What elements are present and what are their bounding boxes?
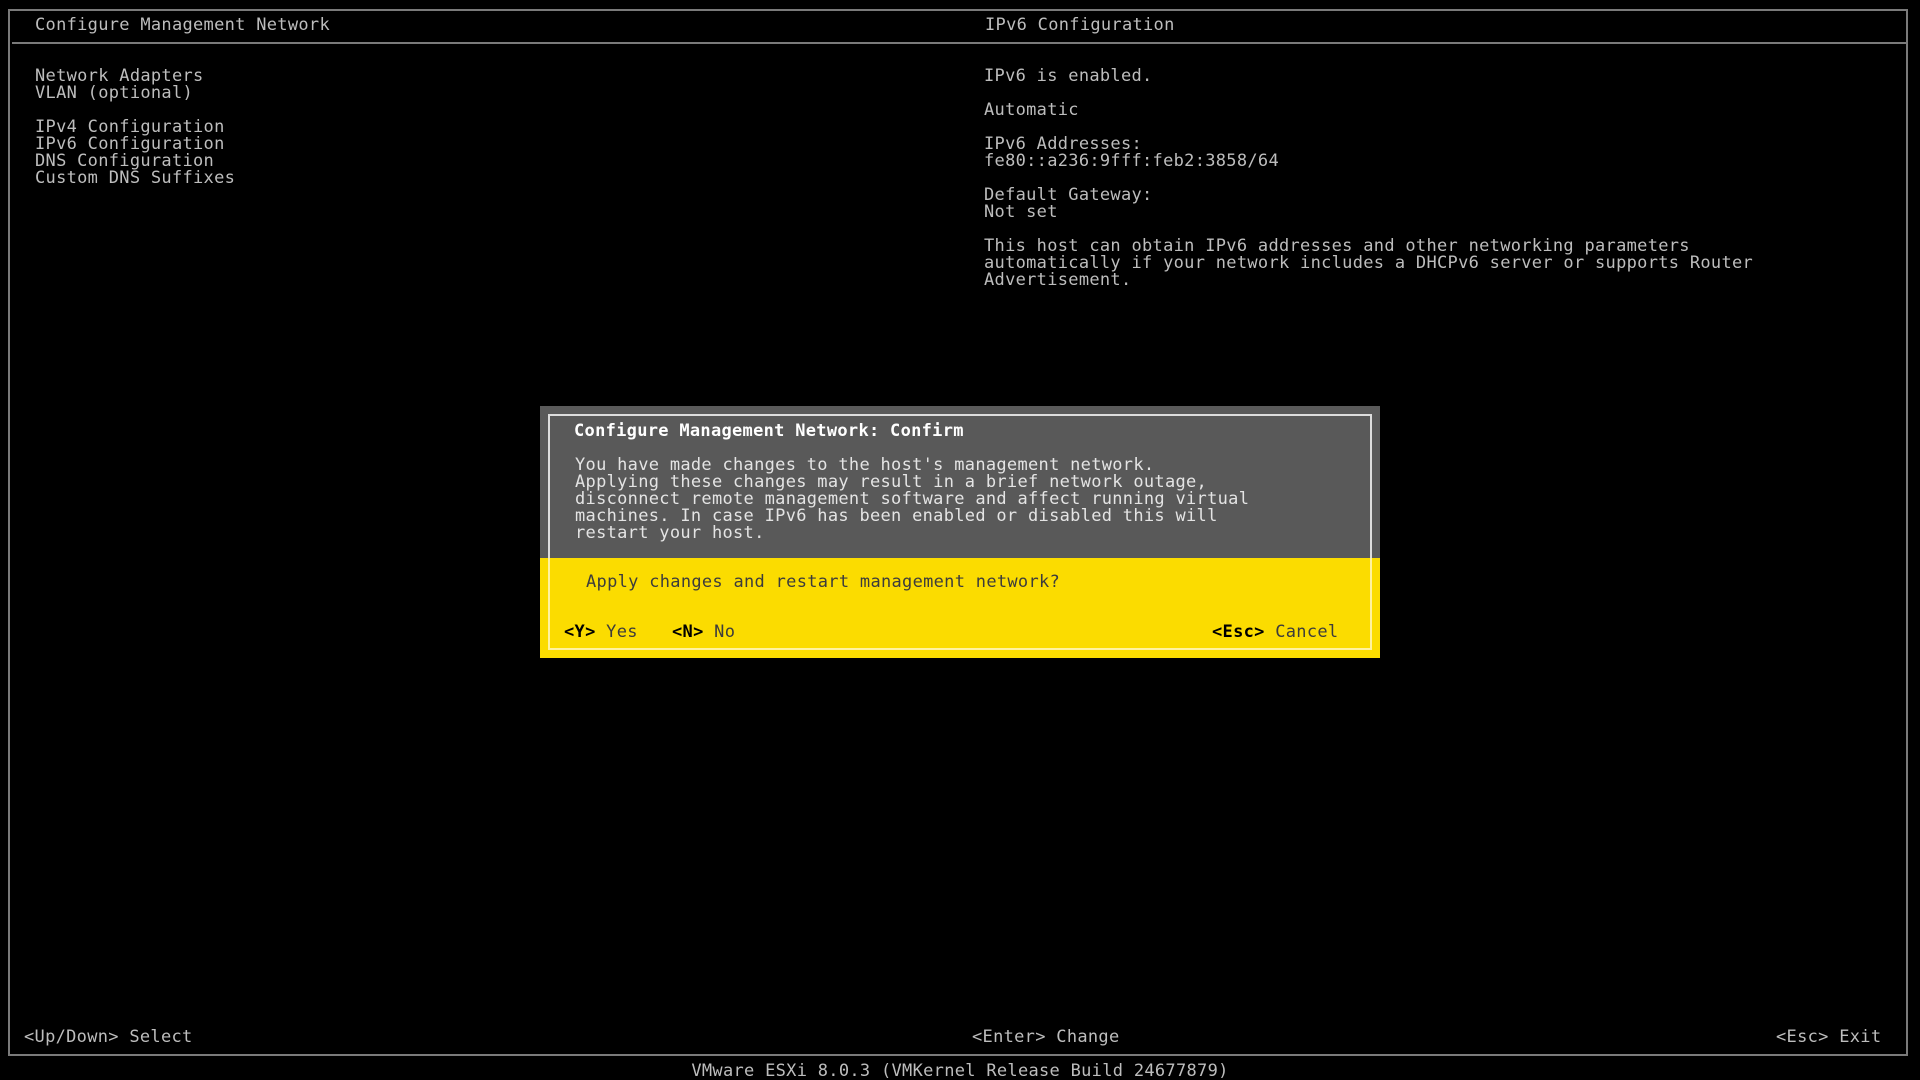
cancel-key: <Esc> bbox=[1212, 622, 1265, 642]
detail-title: IPv6 Configuration bbox=[985, 15, 1175, 35]
dialog-question: Apply changes and restart management net… bbox=[586, 572, 1061, 592]
ipv6-description-line: Advertisement. bbox=[984, 270, 1132, 290]
header-divider bbox=[12, 42, 1908, 44]
page-title: Configure Management Network bbox=[35, 15, 330, 35]
hint-change: <Enter> Change bbox=[972, 1027, 1120, 1047]
dialog-message: You have made changes to the host's mana… bbox=[575, 457, 1249, 542]
ipv6-status: IPv6 is enabled. bbox=[984, 66, 1153, 86]
default-gateway-value: Not set bbox=[984, 202, 1058, 222]
dialog-title: Configure Management Network: Confirm bbox=[574, 421, 964, 441]
ipv6-mode: Automatic bbox=[984, 100, 1079, 120]
no-button[interactable]: <N> No bbox=[672, 624, 735, 641]
menu-item-vlan[interactable]: VLAN (optional) bbox=[35, 85, 193, 102]
ipv6-addresses-value: fe80::a236:9fff:feb2:3858/64 bbox=[984, 151, 1279, 171]
cancel-label: Cancel bbox=[1275, 622, 1339, 642]
version-string: VMware ESXi 8.0.3 (VMKernel Release Buil… bbox=[691, 1061, 1229, 1080]
no-key: <N> bbox=[672, 622, 704, 642]
yes-label: Yes bbox=[606, 622, 638, 642]
menu-item-custom-dns-suffixes[interactable]: Custom DNS Suffixes bbox=[35, 170, 235, 187]
cancel-button[interactable]: <Esc> Cancel bbox=[1212, 624, 1338, 641]
hint-select: <Up/Down> Select bbox=[24, 1027, 193, 1047]
dialog-message-line: restart your host. bbox=[575, 523, 765, 543]
no-label: No bbox=[714, 622, 736, 642]
hint-exit: <Esc> Exit bbox=[1776, 1027, 1882, 1047]
yes-button[interactable]: <Y> Yes bbox=[564, 624, 638, 641]
yes-key: <Y> bbox=[564, 622, 596, 642]
